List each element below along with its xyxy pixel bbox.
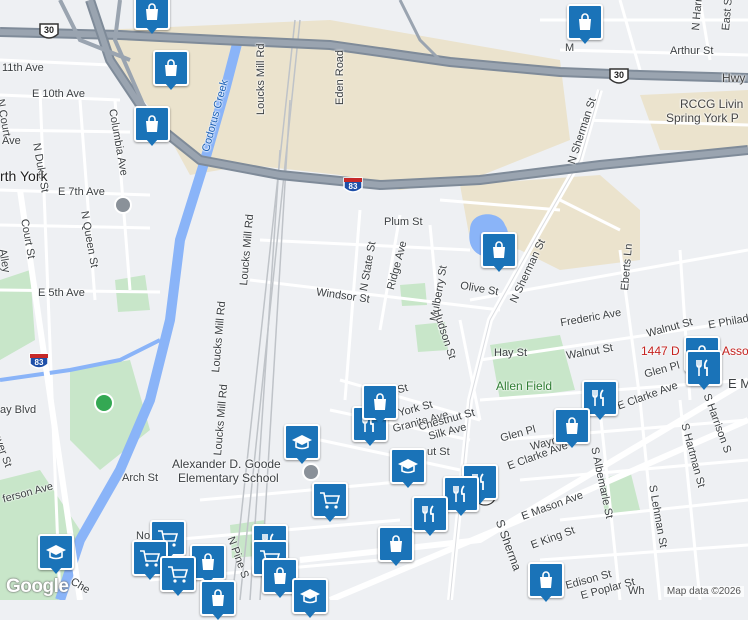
street-label: E M [728, 376, 748, 391]
i-83-shield: 83 [342, 176, 364, 196]
map-pin-restaurant[interactable] [412, 496, 448, 536]
poi-label: Spring York P [666, 111, 739, 125]
map-pin-school[interactable] [38, 534, 74, 574]
shopping-bag-icon [208, 588, 228, 608]
shield-label: 30 [43, 25, 54, 35]
map-pin-shopping-bag[interactable] [554, 408, 590, 448]
shopping-bag-icon [161, 58, 181, 78]
shopping-bag-icon [142, 114, 162, 134]
shopping-bag-icon [270, 566, 290, 586]
school-icon [299, 586, 321, 606]
shopping-bag-icon [536, 570, 556, 590]
street-label: Ave [2, 135, 21, 147]
google-logo: Google [6, 576, 69, 597]
park-area [400, 283, 427, 306]
street-label: Eden Road [334, 49, 346, 105]
street-label: ut St [427, 446, 450, 458]
map-attribution[interactable]: Map data ©2026 [663, 586, 744, 597]
map-pin-shopping-bag[interactable] [134, 106, 170, 146]
map-pin-school[interactable] [284, 424, 320, 464]
street-label: E 7th Ave [58, 186, 105, 198]
i-83-shield: 83 [28, 352, 50, 372]
map-pin-school[interactable] [292, 578, 328, 618]
school-label: Elementary School [178, 471, 279, 485]
shopping-bag-icon [386, 534, 406, 554]
shopping-cart-icon [319, 490, 341, 510]
street-label: E 5th Ave [38, 287, 85, 299]
shopping-bag-icon [562, 416, 582, 436]
park-label: Allen Field [496, 379, 553, 393]
map-pin-shopping-bag[interactable] [153, 50, 189, 90]
shopping-cart-icon [167, 564, 189, 584]
street-label: Plum St [384, 216, 423, 228]
map-pin-shopping-bag[interactable] [200, 580, 236, 620]
school-icon [291, 432, 313, 452]
shopping-bag-icon [142, 2, 162, 22]
shopping-bag-icon [370, 392, 390, 412]
city-label: rth York [0, 168, 48, 184]
street-label: Hwy [722, 71, 746, 85]
map-pin-school[interactable] [390, 448, 426, 488]
street-label: Wh [628, 585, 645, 597]
restaurant-icon [420, 504, 440, 524]
park-marker-icon[interactable] [94, 393, 114, 413]
map-pin-shopping-bag[interactable] [528, 562, 564, 602]
street-label: Hay St [494, 347, 528, 359]
street-label: 11th Ave [2, 62, 44, 74]
shield-label: 83 [34, 358, 44, 367]
school-icon [397, 456, 419, 476]
map-pin-restaurant[interactable] [443, 476, 479, 516]
shopping-bag-icon [575, 12, 595, 32]
poi-label: RCCG Livin [680, 97, 744, 111]
map-pin-restaurant[interactable] [686, 350, 722, 390]
school-marker-icon[interactable] [302, 463, 320, 481]
restaurant-icon [590, 388, 610, 408]
street-label: E 10th Ave [32, 88, 86, 100]
street-label: Arch St [122, 472, 159, 484]
shopping-cart-icon [139, 548, 161, 568]
school-icon [45, 542, 67, 562]
map-pin-shopping-bag[interactable] [362, 384, 398, 424]
shield-label: 30 [613, 70, 624, 80]
map-pin-shopping-bag[interactable] [481, 232, 517, 272]
address-label: 1447 D [641, 344, 680, 358]
map-pin-shopping-bag[interactable] [567, 4, 603, 44]
map-pin-shopping-bag[interactable] [378, 526, 414, 566]
map-pin-shopping-cart[interactable] [160, 556, 196, 596]
us-30-shield: 30 [38, 22, 60, 42]
school-label: Alexander D. Goode [172, 457, 281, 471]
shield-label: 83 [348, 182, 358, 191]
restaurant-icon [451, 484, 471, 504]
map-pin-shopping-bag[interactable] [134, 0, 170, 34]
shopping-bag-icon [198, 552, 218, 572]
shopping-bag-icon [489, 240, 509, 260]
address-label: Asso [722, 344, 748, 358]
us-30-shield: 30 [608, 67, 630, 87]
street-label: Arthur St [670, 45, 714, 57]
restaurant-icon [694, 358, 714, 378]
park-area [115, 275, 150, 312]
school-marker-icon[interactable] [114, 196, 132, 214]
map-canvas[interactable] [0, 0, 748, 600]
street-label: ay Blvd [0, 404, 37, 416]
street-label: Loucks Mill Rd [255, 43, 267, 115]
map-pin-shopping-cart[interactable] [312, 482, 348, 522]
